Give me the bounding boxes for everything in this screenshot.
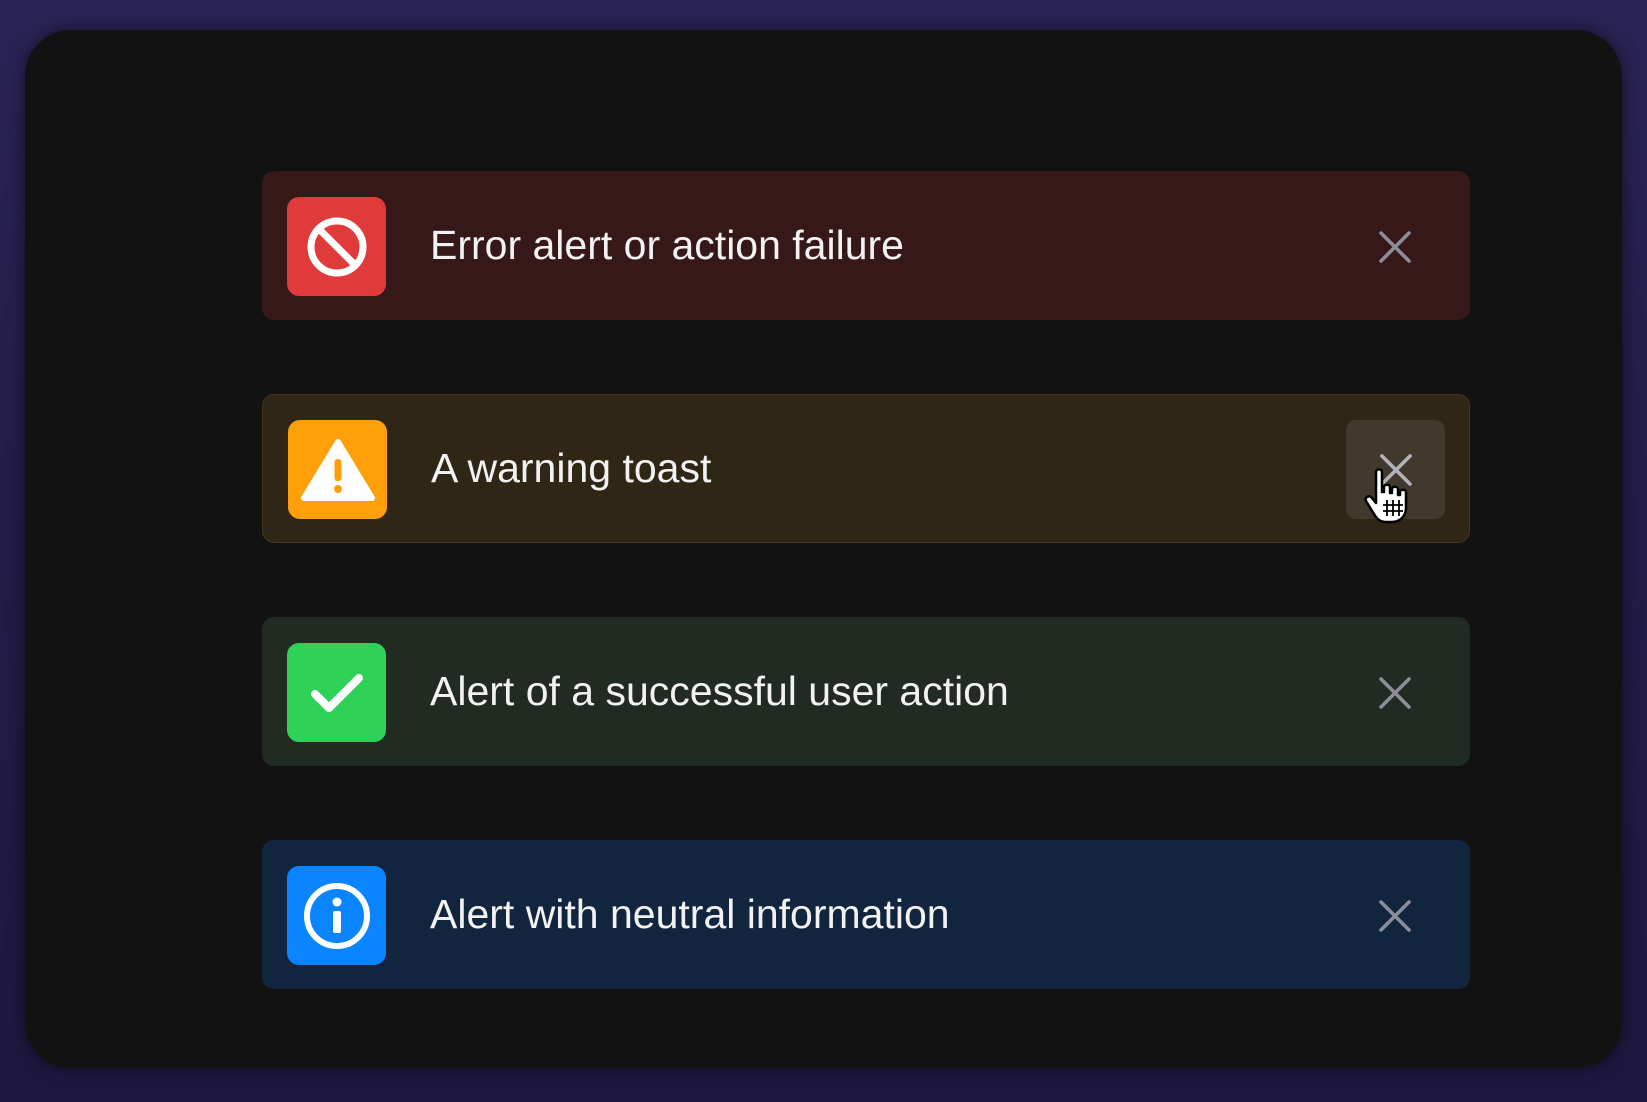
toast-message: Alert of a successful user action	[430, 668, 1009, 714]
close-icon	[1379, 453, 1413, 487]
close-button[interactable]	[1345, 643, 1444, 742]
success-icon-tile	[287, 643, 386, 742]
warning-icon-tile	[288, 420, 387, 519]
toast-success: Alert of a successful user action	[262, 617, 1470, 766]
close-button[interactable]	[1345, 866, 1444, 965]
close-button[interactable]	[1345, 197, 1444, 296]
toast-message: Alert with neutral information	[430, 891, 950, 937]
prohibited-icon	[304, 214, 370, 280]
toast-message: A warning toast	[431, 445, 712, 491]
toast-message: Error alert or action failure	[430, 222, 904, 268]
toast-error: Error alert or action failure	[262, 171, 1470, 320]
close-icon	[1378, 899, 1412, 933]
toast-showcase-panel: Error alert or action failure A warning …	[25, 30, 1622, 1068]
close-icon	[1378, 676, 1412, 710]
close-icon	[1378, 230, 1412, 264]
toast-warning: A warning toast	[262, 394, 1470, 543]
warning-triangle-icon	[300, 437, 376, 503]
info-icon-tile	[287, 866, 386, 965]
close-button[interactable]	[1346, 420, 1445, 519]
error-icon-tile	[287, 197, 386, 296]
toast-info: Alert with neutral information	[262, 840, 1470, 989]
info-icon	[302, 881, 372, 951]
checkmark-icon	[307, 668, 367, 718]
